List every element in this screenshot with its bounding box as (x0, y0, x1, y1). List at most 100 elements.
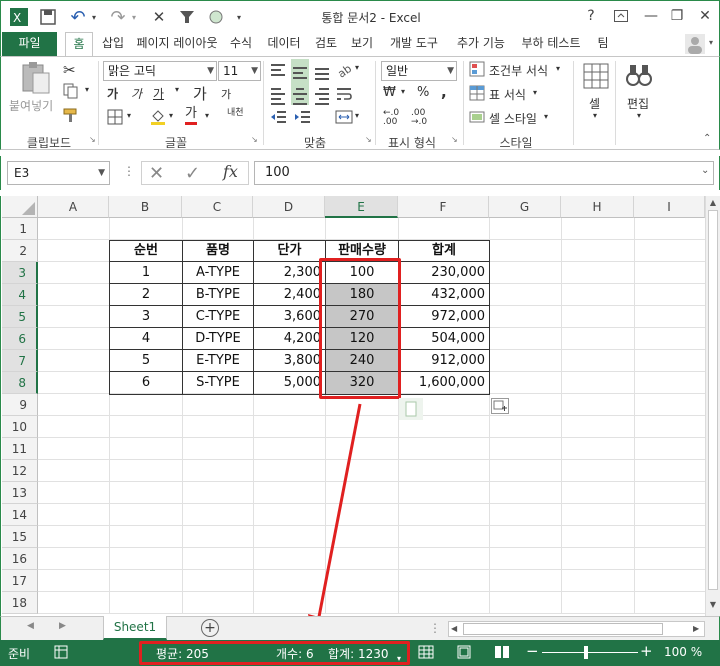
table-cell[interactable]: 4 (110, 328, 182, 350)
shape-circle-icon[interactable] (205, 7, 227, 27)
quick-analysis-icon[interactable] (399, 398, 423, 420)
tab-split-icon[interactable]: ⋮ (429, 621, 441, 635)
close-button[interactable]: ✕ (691, 5, 719, 27)
zoom-slider-thumb[interactable] (584, 646, 588, 659)
alignment-launcher-icon[interactable]: ↘ (365, 135, 372, 144)
table-cell[interactable]: 504,000 (399, 328, 489, 350)
account-dropdown-icon[interactable]: ▾ (709, 38, 713, 47)
table-header-cell[interactable]: 품명 (183, 240, 253, 262)
minimize-button[interactable]: — (637, 5, 665, 27)
align-top-icon[interactable] (269, 61, 287, 79)
align-center-icon[interactable] (291, 85, 309, 105)
align-bottom-icon[interactable] (313, 61, 331, 80)
row-header[interactable]: 12 (2, 460, 38, 482)
orientation-dropdown-icon[interactable]: ▾ (355, 63, 359, 72)
table-cell[interactable]: C-TYPE (183, 306, 253, 328)
next-sheet-icon[interactable]: ▶ (59, 621, 66, 631)
table-cell[interactable]: D-TYPE (183, 328, 253, 350)
tab-data[interactable]: 데이터 (263, 32, 305, 56)
formula-input[interactable]: 100 (254, 161, 714, 185)
font-color-button[interactable]: 가 (185, 106, 197, 125)
page-layout-view-icon[interactable] (456, 645, 472, 662)
grow-font-button[interactable]: 가 (193, 83, 207, 104)
table-cell[interactable]: 3,600 (254, 306, 325, 328)
sheet-tab-sheet1[interactable]: Sheet1 (103, 616, 167, 640)
scroll-thumb[interactable] (708, 210, 718, 590)
merge-dropdown-icon[interactable]: ▾ (355, 111, 359, 120)
scroll-left-icon[interactable]: ◀ (451, 624, 457, 633)
paste-button[interactable]: 붙여넣기 (9, 97, 53, 114)
filter-icon[interactable] (177, 7, 197, 27)
user-avatar-icon[interactable] (685, 34, 707, 54)
column-header[interactable]: I (634, 196, 705, 218)
select-all-corner[interactable] (2, 196, 38, 218)
row-header[interactable]: 5 (2, 306, 38, 328)
table-cell[interactable]: A-TYPE (183, 262, 253, 284)
normal-view-icon[interactable] (418, 645, 434, 662)
increase-decimal-icon[interactable]: ←.0.00 (383, 109, 399, 127)
shrink-font-button[interactable]: 가 (221, 86, 231, 102)
tab-insert[interactable]: 삽입 (98, 32, 128, 56)
table-format-icon[interactable] (469, 85, 485, 104)
underline-dropdown-icon[interactable]: ▾ (175, 85, 179, 94)
table-cell[interactable]: 4,200 (254, 328, 325, 350)
scroll-down-icon[interactable]: ▼ (706, 600, 720, 609)
column-header[interactable]: H (561, 196, 634, 218)
table-cell[interactable]: 3,800 (254, 350, 325, 372)
cut-icon[interactable]: ✂ (63, 61, 76, 79)
row-header[interactable]: 16 (2, 548, 38, 570)
table-cell[interactable]: 5,000 (254, 372, 325, 394)
copy-icon[interactable] (63, 83, 79, 102)
row-header[interactable]: 18 (2, 592, 38, 614)
row-header[interactable]: 7 (2, 350, 38, 372)
scroll-up-icon[interactable]: ▲ (706, 198, 720, 207)
table-cell[interactable]: 6 (110, 372, 182, 394)
column-header[interactable]: B (109, 196, 182, 218)
cancel-entry-icon[interactable]: ✕ (149, 163, 164, 184)
table-cell[interactable]: 2 (110, 284, 182, 306)
restore-button[interactable]: ❐ (663, 5, 691, 27)
cells-dropdown-icon[interactable]: ▾ (593, 111, 597, 120)
table-cell[interactable]: 912,000 (399, 350, 489, 372)
increase-indent-icon[interactable] (293, 109, 311, 128)
column-header[interactable]: D (253, 196, 325, 218)
align-right-icon[interactable] (313, 85, 331, 105)
binoculars-icon[interactable] (625, 61, 653, 92)
row-header[interactable]: 1 (2, 218, 38, 240)
currency-dropdown-icon[interactable]: ▾ (401, 87, 405, 96)
tab-view[interactable]: 보기 (347, 32, 377, 56)
border-dropdown-icon[interactable]: ▾ (127, 111, 131, 120)
fill-color-icon[interactable] (149, 108, 167, 129)
h-scroll-thumb[interactable] (463, 623, 663, 635)
cell-style-button[interactable]: 셀 스타일 (489, 110, 537, 127)
add-sheet-icon[interactable]: + (201, 619, 219, 637)
orientation-icon[interactable]: ab (335, 61, 354, 82)
customize-qat-icon[interactable]: ▾ (233, 7, 245, 27)
expand-formula-icon[interactable]: ⌄ (701, 165, 709, 176)
bold-button[interactable]: 가 (107, 85, 118, 102)
vertical-scrollbar[interactable]: ▲ ▼ (705, 196, 720, 616)
table-format-button[interactable]: 표 서식 (489, 86, 526, 103)
table-cell[interactable]: 1 (110, 262, 182, 284)
column-header[interactable]: C (182, 196, 253, 218)
zoom-slider[interactable] (542, 652, 638, 653)
underline-button[interactable]: 가 (153, 85, 164, 102)
row-header[interactable]: 13 (2, 482, 38, 504)
table-cell[interactable]: 2,400 (254, 284, 325, 306)
font-name-combo[interactable]: 맑은 고딕 ▼ (103, 61, 217, 81)
undo-icon[interactable]: ↶ (67, 7, 89, 28)
decrease-decimal-icon[interactable]: .00 →.0 (411, 109, 427, 127)
row-header[interactable]: 14 (2, 504, 38, 526)
fill-color-dropdown-icon[interactable]: ▾ (169, 111, 173, 120)
row-header[interactable]: 4 (2, 284, 38, 306)
copy-dropdown-icon[interactable]: ▾ (85, 85, 89, 94)
tab-home[interactable]: 홈 (65, 32, 93, 57)
undo-dropdown-icon[interactable]: ▾ (89, 7, 99, 27)
decrease-indent-icon[interactable] (269, 109, 287, 128)
tab-review[interactable]: 검토 (311, 32, 341, 56)
paste-icon[interactable] (17, 61, 53, 95)
table-cell[interactable]: 3 (110, 306, 182, 328)
table-cell[interactable]: E-TYPE (183, 350, 253, 372)
row-header[interactable]: 6 (2, 328, 38, 350)
font-color-dropdown-icon[interactable]: ▾ (205, 111, 209, 120)
